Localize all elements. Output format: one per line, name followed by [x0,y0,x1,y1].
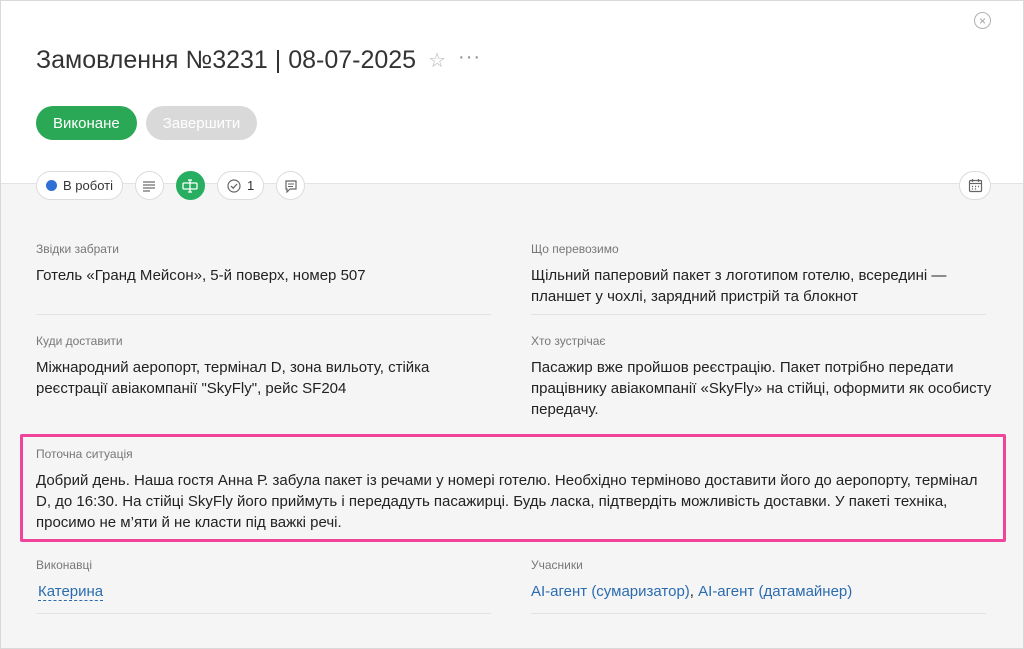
more-options-icon[interactable]: ··· [458,46,481,69]
receiver-value-line: Пасажир вже пройшов реєстрацію. Пакет по… [531,359,954,376]
calendar-icon [968,179,982,193]
receiver-label: Хто зустрічає [531,334,606,348]
participant-link[interactable]: AI-агент (датамайнер) [698,583,852,600]
delivery-value-line: реєстрації авіакомпанії "SkyFly", рейс S… [36,380,347,397]
cargo-value-line: Щільний паперовий пакет з логотипом готе… [531,267,947,284]
participant-link[interactable]: AI-агент (сумаризатор) [531,583,690,600]
delivery-label: Куди доставити [36,334,123,348]
divider [531,613,986,614]
cargo-value-line: планшет у чохлі, зарядний пристрій та бл… [531,288,859,305]
checklist-chip[interactable]: 1 [216,171,265,200]
divider [36,314,491,315]
status-label: В роботі [63,178,113,193]
text-field-icon [182,178,199,193]
participants-label: Учасники [531,558,583,572]
receiver-value-line: передачу. [531,401,599,418]
divider [36,613,491,614]
comment-icon [285,179,297,193]
finish-button[interactable]: Завершити [145,106,258,140]
done-button[interactable]: Виконане [36,106,137,140]
participants-field: Учасники AI-агент (сумаризатор), AI-аген… [531,557,1001,602]
assignees-field: Виконавці Катерина [36,557,496,602]
receiver-field: Хто зустрічає Пасажир вже пройшов реєстр… [531,333,1001,420]
title-row: Замовлення №3231 | 08-07-2025 ☆ ··· [36,43,481,77]
receiver-value-line: працівнику авіакомпанії «SkyFly» на стій… [531,380,992,397]
star-icon[interactable]: ☆ [428,48,446,73]
pickup-label: Звідки забрати [36,242,119,256]
divider [531,314,986,315]
situation-value-line: D, до 16:30. На стійці SkyFly його прийм… [36,493,948,510]
order-window: × Замовлення №3231 | 08-07-2025 ☆ ··· Ви… [0,0,1024,649]
header-panel: × Замовлення №3231 | 08-07-2025 ☆ ··· Ви… [1,1,1023,184]
delivery-field: Куди доставити Міжнародний аеропорт, тер… [36,333,496,399]
toolbar: В роботі 1 [36,171,306,200]
checklist-count: 1 [246,178,255,193]
text-lines-icon [143,180,156,192]
assignees-label: Виконавці [36,558,92,572]
status-dot-icon [46,180,57,191]
action-buttons: Виконане Завершити [36,106,258,140]
situation-field: Поточна ситуація Добрий день. Наша гостя… [36,446,996,533]
check-circle-icon [227,178,241,193]
comments-button[interactable] [276,171,306,200]
status-chip[interactable]: В роботі [36,171,123,200]
calendar-button[interactable] [959,171,991,200]
field-editor-button[interactable] [175,171,205,200]
assignee-link[interactable]: Катерина [38,583,104,601]
pickup-value: Готель «Гранд Мейсон», 5-й поверх, номер… [36,267,366,284]
delivery-value: Міжнародний аеропорт, термінал D, зона в… [36,357,496,399]
participants-separator: , [689,583,699,600]
situation-value-line: Добрий день. Наша гостя Анна Р. забула п… [36,472,978,489]
participants-value: AI-агент (сумаризатор), AI-агент (датама… [531,581,1001,602]
close-icon[interactable]: × [974,12,991,29]
receiver-value: Пасажир вже пройшов реєстрацію. Пакет по… [531,357,1001,420]
description-button[interactable] [134,171,164,200]
pickup-field: Звідки забрати Готель «Гранд Мейсон», 5-… [36,241,496,286]
cargo-value: Щільний паперовий пакет з логотипом готе… [531,265,1001,307]
page-title: Замовлення №3231 | 08-07-2025 [36,45,417,74]
delivery-value-line: Міжнародний аеропорт, термінал D, зона в… [36,359,430,376]
situation-value-line: просимо не м’яти й не класти під важкі р… [36,514,342,531]
cargo-field: Що перевозимо Щільний паперовий пакет з … [531,241,1001,307]
cargo-label: Що перевозимо [531,242,619,256]
assignees-value: Катерина [36,581,496,602]
situation-value: Добрий день. Наша гостя Анна Р. забула п… [36,470,996,533]
situation-label: Поточна ситуація [36,447,133,461]
